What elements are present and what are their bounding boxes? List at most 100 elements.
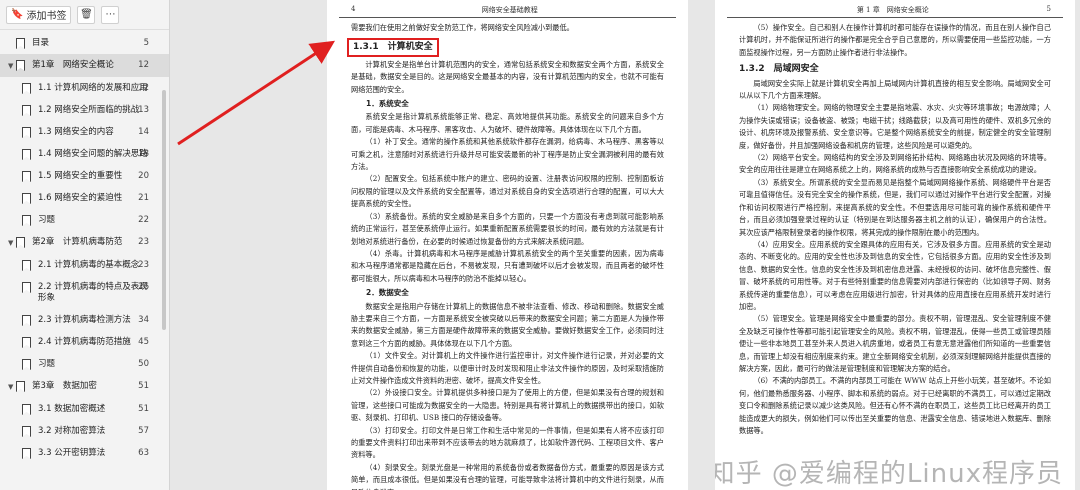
toc-section-item[interactable]: 1.4 网络安全问题的解决思路 18 (0, 143, 169, 165)
toc-section-item[interactable]: 1.1 计算机网络的发展和应用 12 (0, 77, 169, 99)
page-number-right: 5 (1046, 5, 1051, 13)
bookmark-sidebar: 🔖 添加书签 🗑 ⋯ 目录 5 ▼ 第1章 网络安全概论 12 1.1 计算机网络的发展和… (0, 0, 170, 490)
more-options-button[interactable]: ⋯ (101, 5, 120, 24)
bookmark-icon (16, 38, 25, 49)
bookmark-icon (22, 315, 31, 326)
paragraph: （2）配置安全。包括系统中账户的建立、密码的设置、注册表访问权限的控制、控制面板… (351, 174, 664, 209)
toc-item-page: 45 (138, 337, 149, 347)
bookmark-icon (22, 448, 31, 459)
paragraph: 系统安全是指计算机系统能够正常、稳定、高效地提供其功能。系统安全的问题来自多个方… (351, 112, 664, 134)
running-title-right: 第 1 章 网络安全概论 (856, 6, 929, 14)
toc-item-label: 1.6 网络安全的紧迫性 (38, 193, 123, 203)
toc-section-item[interactable]: 2.3 计算机病毒检测方法 34 (0, 309, 169, 331)
paragraph: 局域网安全实际上就是计算机安全再加上局域网内计算机直接的相互安全影响。局域网安全… (739, 78, 1051, 101)
bookmark-icon (22, 149, 31, 160)
sidebar-scrollbar[interactable] (162, 90, 166, 330)
running-title-left: 网络安全基础教程 (481, 6, 538, 14)
bookmark-icon (22, 215, 31, 226)
paragraph: （1）补丁安全。通常的操作系统和其他系统软件都存在漏洞，给病毒、木马程序、黑客等… (351, 137, 664, 172)
toc-item-label: 目录 (32, 38, 50, 48)
toc-section-item[interactable]: 习题 22 (0, 209, 169, 231)
chevron-down-icon[interactable]: ▼ (8, 382, 16, 393)
bookmark-icon (22, 105, 31, 116)
paragraph: 计算机安全是指单台计算机范围内的安全，通常包括系统安全和数据安全两个方面，系统安… (351, 59, 664, 94)
chevron-down-icon[interactable]: ▼ (8, 61, 16, 72)
section-title-highlighted: 1.3.1 计算机安全 (347, 38, 439, 57)
toc-item-page: 50 (138, 359, 149, 369)
bookmark-icon (22, 337, 31, 348)
toc-item-label: 2.1 计算机病毒的基本概念 (38, 260, 140, 270)
watermark: 知乎 @爱编程的Linux程序员 (715, 459, 1063, 489)
delete-bookmark-button[interactable]: 🗑 (77, 5, 96, 24)
toc-item-page: 21 (138, 193, 149, 203)
toc-item-label: 习题 (38, 359, 56, 369)
toc-item-page: 5 (143, 38, 149, 48)
bookmark-icon (22, 359, 31, 370)
bookmark-icon (22, 127, 31, 138)
bookmark-plus-icon: 🔖 (11, 9, 24, 20)
toc-item-label: 1.4 网络安全问题的解决思路 (38, 149, 148, 159)
toc-item-page: 12 (138, 60, 149, 70)
toc-section-item[interactable]: 2.1 计算机病毒的基本概念 23 (0, 254, 169, 276)
paragraph: （2）外设接口安全。计算机提供多种接口是为了使用上的方便，但是如果没有合理的规划… (351, 388, 664, 423)
toc-chapter-item[interactable]: ▼ 第3章 数据加密 51 (0, 375, 169, 398)
paragraph: （5）操作安全。自己和别人在操作计算机时都可能存在误操作的情况，而且在别人操作自… (739, 23, 1051, 57)
toc-section-item[interactable]: 1.3 网络安全的内容 14 (0, 121, 169, 143)
toc-section-item[interactable]: 2.4 计算机病毒防范措施 45 (0, 331, 169, 353)
toc-item-label: 第3章 数据加密 (32, 381, 97, 391)
page-content-left: 需要我们在使用之前做好安全防范工作，将网络安全风险减小到最低。 1.3.1 计算… (327, 18, 688, 490)
chevron-down-icon[interactable]: ▼ (8, 238, 16, 249)
toc-item-page: 22 (138, 215, 149, 225)
toc-section-item[interactable]: 1.5 网络安全的重要性 20 (0, 165, 169, 187)
bookmark-icon (22, 83, 31, 94)
toc-section-item[interactable]: 习题 50 (0, 353, 169, 375)
subheading: 1．系统安全 (366, 99, 409, 109)
subheading: 2．数据安全 (366, 288, 409, 298)
bookmark-icon (16, 381, 25, 392)
toc-item-page: 23 (138, 237, 149, 247)
paragraph: （6）不满的内部员工。不满的内部员工可能在 WWW 站点上开些小玩笑，甚至破坏。… (739, 376, 1051, 435)
bookmark-icon (22, 282, 31, 293)
bookmark-icon (22, 404, 31, 415)
bookmark-icon (22, 426, 31, 437)
toc-chapter-item[interactable]: 目录 5 (0, 32, 169, 54)
toc-section-item[interactable]: 3.3 公开密钥算法 63 (0, 442, 169, 464)
bookmark-icon (16, 237, 25, 248)
toc-item-page: 12 (138, 83, 149, 93)
page-number-left: 4 (351, 5, 356, 13)
paragraph: （1）文件安全。对计算机上的文件操作进行监控审计，对文件操作进行记录，并对必要的… (351, 351, 664, 385)
paragraph: 数据安全是指用户存储在计算机上的数据信息不被非法查看、修改、移动和删除。数据安全… (351, 301, 664, 348)
add-bookmark-button[interactable]: 🔖 添加书签 (6, 5, 72, 24)
running-header-right: 第 1 章 网络安全概论 5 (727, 0, 1063, 18)
toc-chapter-item[interactable]: ▼ 第2章 计算机病毒防范 23 (0, 231, 169, 254)
section-title: 1.3.2 局域网安全 (739, 64, 819, 75)
toc-item-page: 51 (138, 404, 149, 414)
pdf-page-left: 4 网络安全基础教程 需要我们在使用之前做好安全防范工作，将网络安全风险减小到最… (327, 0, 688, 490)
toc-section-item[interactable]: 2.2 计算机病毒的特点及表现形象 26 (0, 276, 169, 309)
toc-section-item[interactable]: 3.1 数据加密概述 51 (0, 398, 169, 420)
toc-item-label: 3.3 公开密钥算法 (38, 448, 106, 458)
paragraph: （4）杀毒。计算机病毒和木马程序是威胁计算机系统安全的两个至关重要的因素，因为病… (351, 248, 664, 283)
toc-chapter-item[interactable]: ▼ 第1章 网络安全概论 12 (0, 54, 169, 77)
toc-item-label: 第2章 计算机病毒防范 (32, 237, 123, 247)
toc-item-page: 23 (138, 260, 149, 270)
toc-section-item[interactable]: 1.6 网络安全的紧迫性 21 (0, 187, 169, 209)
more-icon: ⋯ (105, 9, 116, 20)
paragraph: （5）管理安全。管理是网络安全中最重要的部分。责权不明，管理混乱、安全管理制度不… (739, 314, 1051, 373)
toc-section-item[interactable]: 3.2 对称加密算法 57 (0, 420, 169, 442)
paragraph: （3）系统安全。所谓系统的安全显而易见是指整个局域网网络操作系统、网络硬件平台是… (739, 177, 1051, 237)
toc-item-page: 63 (138, 448, 149, 458)
bookmark-icon (16, 60, 25, 71)
trash-icon: 🗑 (80, 9, 93, 20)
toc-item-page: 14 (138, 127, 149, 137)
running-header-left: 4 网络安全基础教程 (339, 0, 676, 18)
bookmark-icon (22, 171, 31, 182)
paragraph: （3）系统备份。系统的安全威胁是来自多个方面的，只要一个方面没有考虑到就可能影响… (351, 211, 664, 246)
toc-item-label: 第1章 网络安全概论 (32, 60, 114, 70)
toc-item-page: 34 (138, 315, 149, 325)
paragraph: （3）打印安全。打印文件是日常工作和生活中常见的一件事情，但是如果有人将不应该打… (351, 425, 664, 460)
toc-item-label: 1.1 计算机网络的发展和应用 (38, 83, 148, 93)
toc-section-item[interactable]: 1.2 网络安全所面临的挑战 13 (0, 99, 169, 121)
paragraph: （1）网络物理安全。网络的物理安全主要是指地震、水灾、火灾等环境事故；电源故障；… (739, 103, 1051, 150)
toc-item-label: 1.5 网络安全的重要性 (38, 171, 123, 181)
